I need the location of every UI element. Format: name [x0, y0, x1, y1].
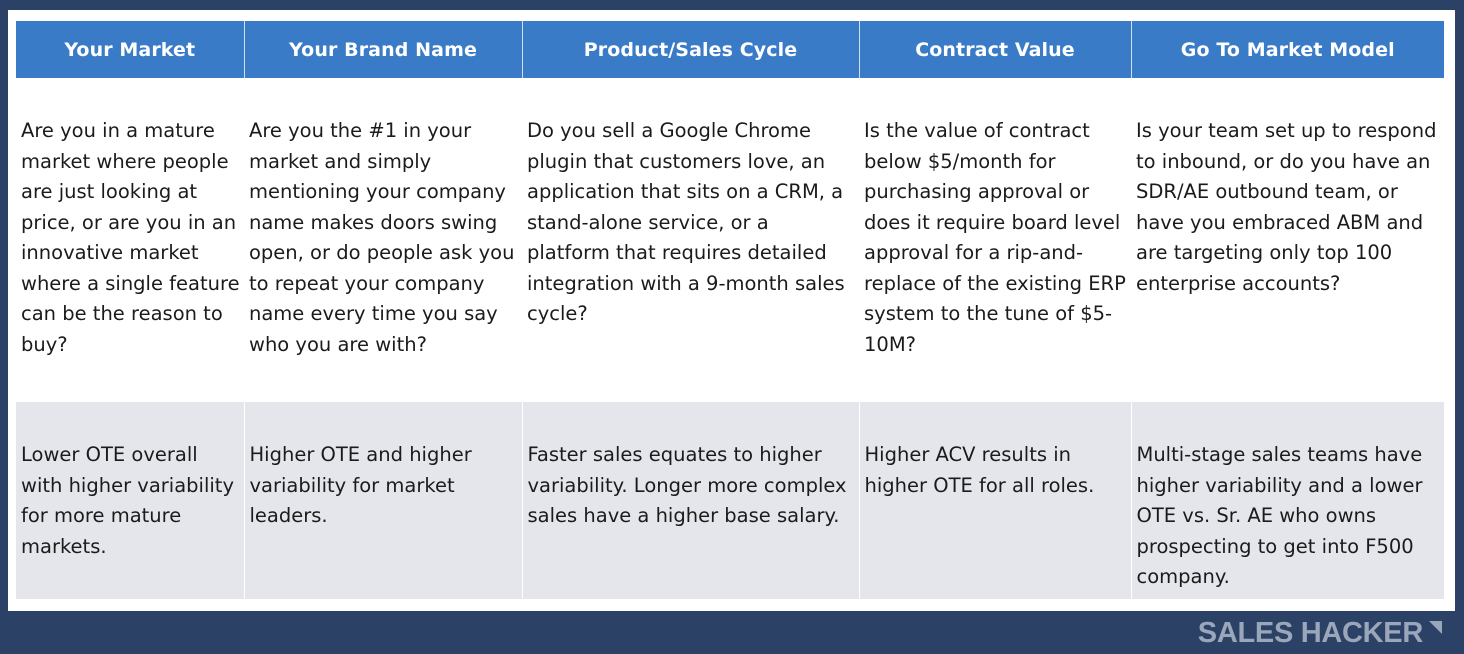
- effect-product-sales-cycle: Faster sales equates to higher variabili…: [522, 402, 860, 599]
- content-frame: Your Market Your Brand Name Product/Sale…: [8, 10, 1455, 611]
- header-row: Your Market Your Brand Name Product/Sale…: [16, 21, 1444, 78]
- effect-your-market: Lower OTE overall with higher variabilit…: [16, 402, 245, 599]
- brand-name: SALES HACKER: [1197, 617, 1424, 649]
- effect-your-brand-name: Higher OTE and higher variability for ma…: [244, 402, 523, 599]
- effect-contract-value: Higher ACV results in higher OTE for all…: [859, 402, 1132, 599]
- comp-factors-table: Your Market Your Brand Name Product/Sale…: [16, 21, 1444, 599]
- question-your-brand-name: Are you the #1 in your market and simply…: [244, 78, 522, 402]
- header-product-sales-cycle: Product/Sales Cycle: [522, 21, 860, 78]
- brand-logo: SALES HACKER: [1198, 617, 1442, 650]
- header-contract-value: Contract Value: [859, 21, 1132, 78]
- effect-go-to-market-model: Multi-stage sales teams have higher vari…: [1131, 402, 1444, 599]
- header-your-market: Your Market: [16, 21, 245, 78]
- header-your-brand-name: Your Brand Name: [244, 21, 523, 78]
- question-contract-value: Is the value of contract below $5/month …: [859, 78, 1131, 402]
- effects-row: Lower OTE overall with higher variabilit…: [16, 402, 1444, 599]
- header-go-to-market-model: Go To Market Model: [1131, 21, 1444, 78]
- question-product-sales-cycle: Do you sell a Google Chrome plugin that …: [522, 78, 859, 402]
- corner-triangle-icon: [1429, 621, 1442, 634]
- questions-row: Are you in a mature market where people …: [16, 78, 1444, 402]
- question-your-market: Are you in a mature market where people …: [16, 78, 244, 402]
- question-go-to-market-model: Is your team set up to respond to inboun…: [1131, 78, 1444, 402]
